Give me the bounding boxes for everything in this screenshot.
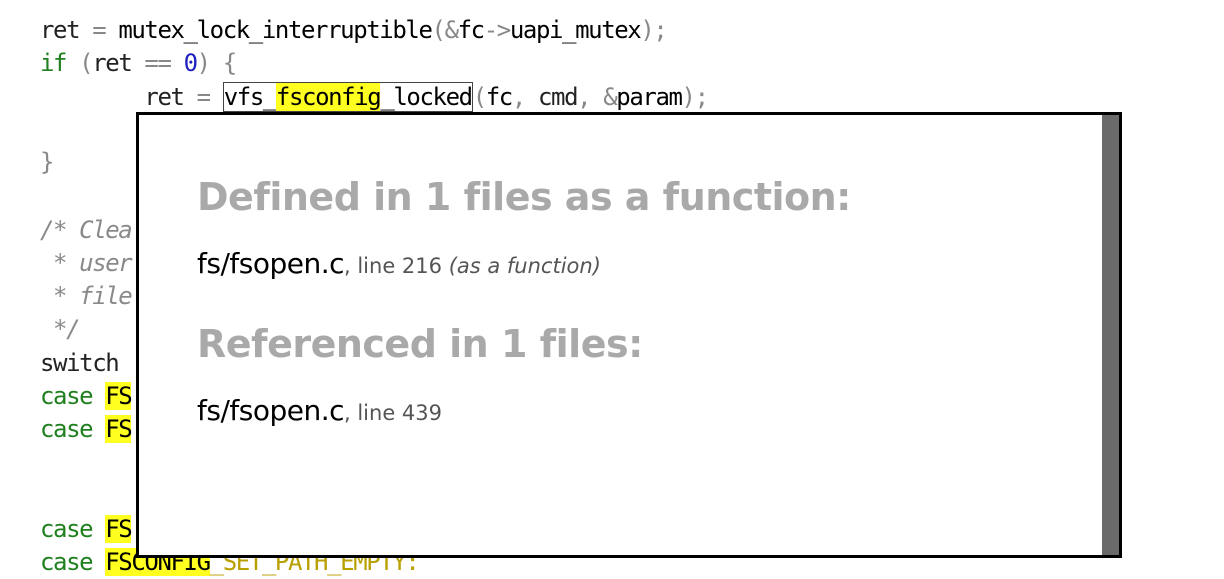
function-link[interactable]: mutex_lock_interruptible (118, 16, 433, 44)
popup-content: Defined in 1 files as a function: fs/fso… (197, 175, 851, 469)
comment-line: /* Clea (40, 216, 133, 244)
defined-result: fs/fsopen.c, line 216 (as a function) (197, 247, 851, 280)
identifier-link[interactable]: fc (486, 83, 514, 111)
code-token: _locked (380, 83, 473, 111)
keyword: if (40, 49, 68, 77)
code-token: == (144, 49, 184, 77)
code-token: , (577, 83, 604, 111)
code-line: switch (40, 349, 120, 377)
code-token: cmd (537, 83, 579, 111)
code-token: & (603, 83, 617, 111)
code-line: ret = vfs_fsconfig_locked(fc, cmd, &para… (40, 81, 710, 114)
number-literal: 0 (183, 49, 198, 77)
result-file-link[interactable]: fs/fsopen.c (197, 394, 345, 427)
code-token: ret (144, 83, 185, 111)
search-highlight: fsconfig (275, 83, 382, 111)
identifier-link[interactable]: uapi_mutex (510, 16, 642, 44)
keyword: case (40, 382, 106, 410)
keyword: case (40, 415, 106, 443)
source-code-view: ret = mutex_lock_interruptible(&fc->uapi… (40, 14, 709, 579)
popup-scrollbar[interactable] (1102, 115, 1119, 555)
code-token: ); (681, 83, 710, 111)
code-token: ); (640, 16, 668, 44)
code-token: -> (483, 16, 512, 44)
search-highlight[interactable]: FS (105, 415, 133, 443)
comment-line: */ (40, 315, 81, 343)
referenced-result: fs/fsopen.c, line 439 (197, 394, 851, 427)
referenced-heading: Referenced in 1 files: (197, 322, 643, 366)
search-highlight[interactable]: FS (105, 382, 133, 410)
search-highlight[interactable]: FS (105, 515, 133, 543)
code-token: ( (472, 83, 487, 111)
code-token: , (511, 83, 538, 111)
result-line-link[interactable]: , line 439 (344, 401, 442, 425)
code-token: ) { (196, 49, 238, 77)
comment-line: * file (40, 282, 133, 310)
hovered-function-link[interactable]: vfs_fsconfig_locked (222, 82, 473, 112)
code-line: case FS (40, 513, 133, 546)
code-line: } (40, 148, 54, 176)
result-kind: (as a function) (448, 254, 601, 278)
code-token: ret (92, 49, 145, 77)
code-token: = (79, 16, 119, 44)
identifier-link[interactable]: fc (458, 16, 486, 44)
result-line-link[interactable]: , line 216 (344, 254, 449, 278)
code-token: ret (40, 16, 81, 44)
code-line: if (ret == 0) { (40, 47, 238, 80)
code-line: ret = mutex_lock_interruptible(&fc->uapi… (40, 14, 668, 47)
definition-popup: Defined in 1 files as a function: fs/fso… (136, 112, 1122, 558)
identifier-link[interactable]: param (616, 83, 683, 111)
result-file-link[interactable]: fs/fsopen.c (197, 247, 345, 280)
code-token: & (444, 16, 459, 44)
code-token: ( (66, 49, 93, 77)
code-line: case FS (40, 413, 133, 446)
keyword: case (40, 548, 106, 576)
code-token: vfs_ (223, 83, 278, 111)
defined-heading: Defined in 1 files as a function: (197, 175, 851, 219)
code-token: = (183, 83, 223, 111)
code-token: ( (431, 16, 446, 44)
code-line: case FS (40, 380, 133, 413)
comment-line: * user (40, 249, 133, 277)
keyword: case (40, 515, 106, 543)
